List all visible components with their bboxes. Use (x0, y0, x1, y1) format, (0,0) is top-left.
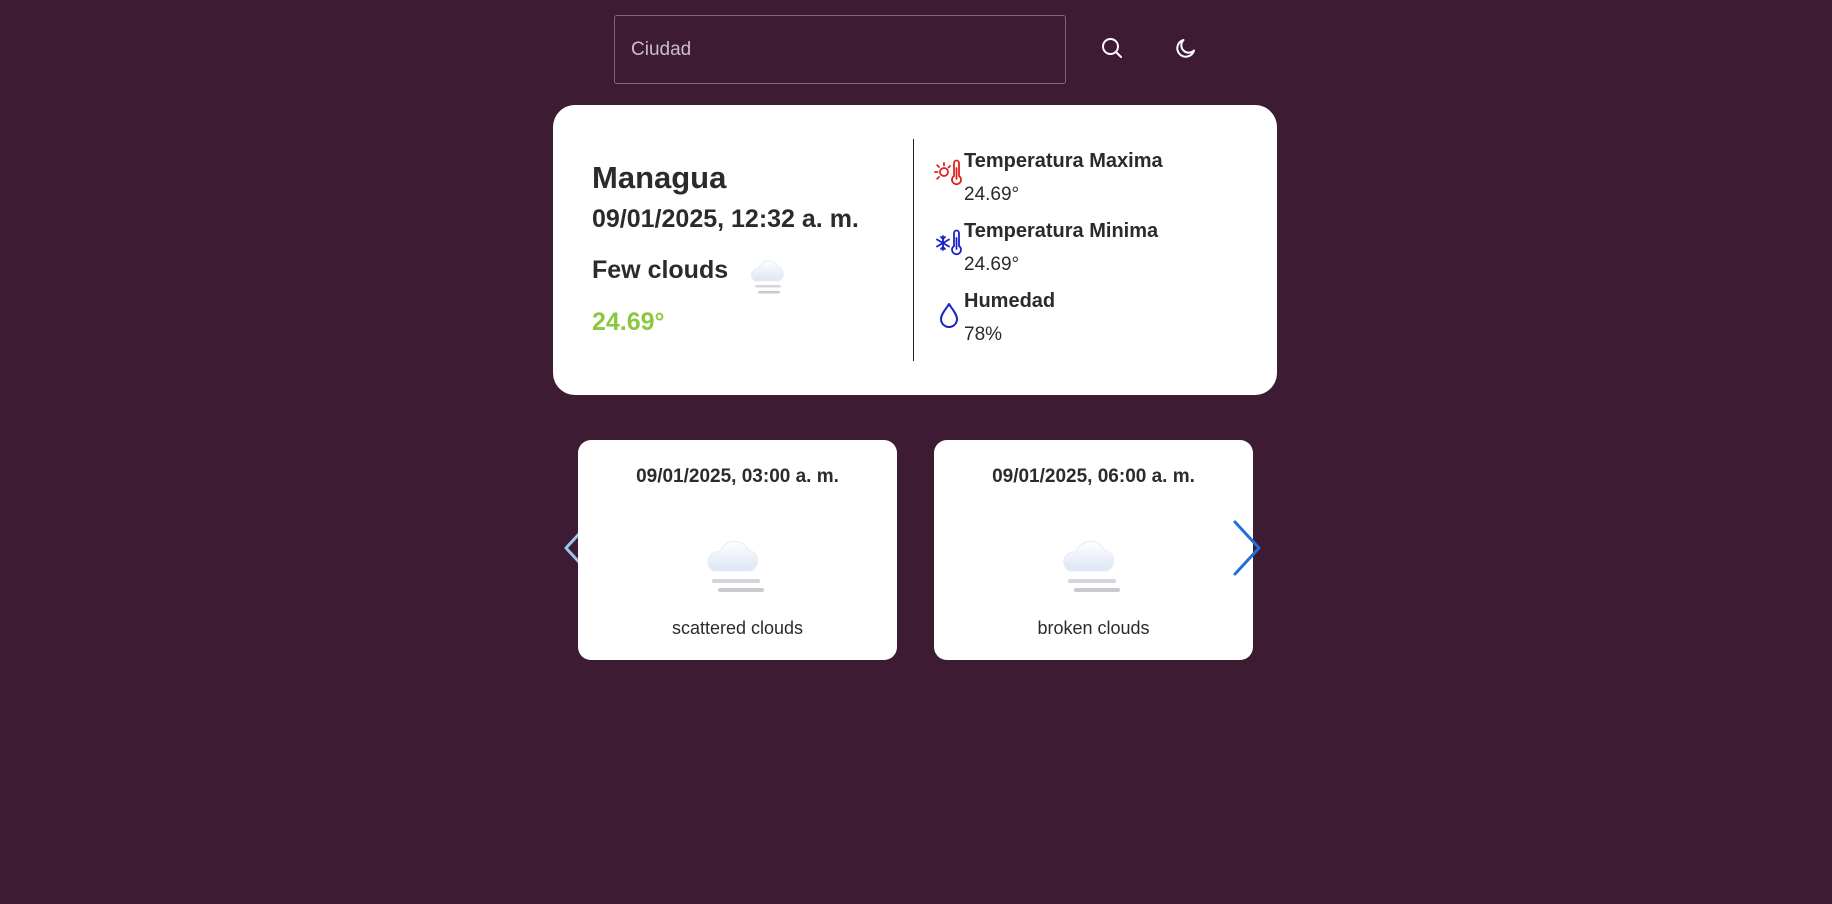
min-temp-value: 24.69° (964, 254, 1020, 275)
forecast-datetime: 09/01/2025, 06:00 a. m. (992, 466, 1195, 487)
carousel-next-button[interactable] (1227, 520, 1267, 580)
min-temp-label: Temperatura Minima (964, 220, 1159, 242)
stat-min-temp: Temperatura Minima 24.69° (934, 219, 1158, 277)
city-name: Managua (592, 160, 727, 195)
forecast-description: scattered clouds (671, 618, 804, 638)
moon-icon (1174, 36, 1198, 63)
cloud-icon (745, 253, 793, 306)
thermometer-snow-icon (934, 229, 964, 263)
droplet-icon (934, 299, 964, 333)
forecast-carousel: 09/01/2025, 03:00 a. m. scattered clouds… (564, 440, 1266, 662)
stat-max-temp: Temperatura Maxima 24.69° (934, 149, 1163, 207)
cloud-icon (702, 531, 774, 606)
forecast-datetime: 09/01/2025, 03:00 a. m. (636, 466, 839, 487)
stat-humidity: Humedad 78% (934, 289, 1055, 347)
divider (913, 139, 914, 361)
max-temp-label: Temperatura Maxima (964, 150, 1163, 172)
theme-toggle-button[interactable] (1166, 30, 1206, 70)
humidity-label: Humedad (964, 290, 1056, 312)
chevron-right-icon (1230, 519, 1264, 582)
current-weather-card: Managua 09/01/2025, 12:32 a. m. Few clou… (553, 105, 1277, 395)
humidity-value: 78% (964, 324, 1003, 345)
search-bar (614, 15, 1206, 84)
search-icon (1100, 36, 1124, 63)
thermometer-sun-icon (934, 159, 964, 193)
cloud-icon (1058, 531, 1130, 606)
forecast-description: broken clouds (1037, 618, 1150, 638)
max-temp-value: 24.69° (964, 184, 1020, 205)
weather-description: Few clouds (592, 256, 729, 284)
search-button[interactable] (1092, 30, 1132, 70)
forecast-card: 09/01/2025, 03:00 a. m. scattered clouds (578, 440, 897, 660)
forecast-card: 09/01/2025, 06:00 a. m. broken clouds (934, 440, 1253, 660)
city-search-input[interactable] (614, 15, 1066, 84)
current-temperature: 24.69° (592, 308, 665, 336)
current-datetime: 09/01/2025, 12:32 a. m. (592, 205, 859, 233)
